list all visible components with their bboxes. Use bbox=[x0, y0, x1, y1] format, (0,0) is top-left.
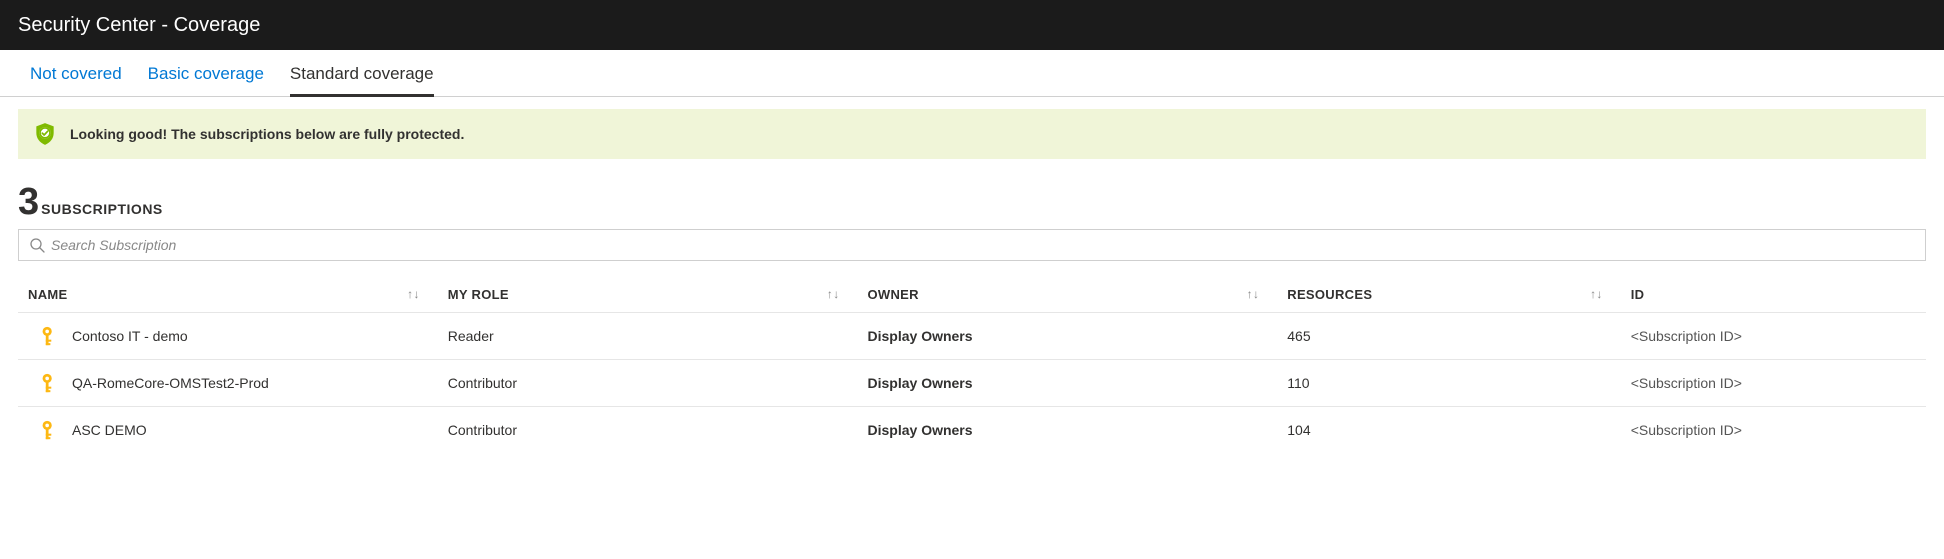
subscriptions-count: 3 SUBSCRIPTIONS bbox=[18, 183, 1926, 221]
display-owners-link[interactable]: Display Owners bbox=[858, 407, 1278, 454]
tab-basic-coverage[interactable]: Basic coverage bbox=[148, 64, 264, 97]
display-owners-link[interactable]: Display Owners bbox=[858, 313, 1278, 360]
column-header-role[interactable]: MY ROLE ↑↓ bbox=[438, 279, 858, 313]
subscription-name: ASC DEMO bbox=[72, 422, 147, 438]
sort-icon: ↑↓ bbox=[407, 287, 420, 301]
subscription-resources: 110 bbox=[1277, 360, 1620, 407]
tabs-row: Not covered Basic coverage Standard cove… bbox=[0, 50, 1944, 97]
table-row[interactable]: Contoso IT - demo Reader Display Owners … bbox=[18, 313, 1926, 360]
search-box[interactable] bbox=[18, 229, 1926, 261]
search-input[interactable] bbox=[51, 237, 1915, 253]
key-icon bbox=[38, 372, 60, 394]
column-header-resources-label: RESOURCES bbox=[1287, 287, 1372, 302]
tab-standard-coverage[interactable]: Standard coverage bbox=[290, 64, 434, 97]
column-header-name-label: NAME bbox=[28, 287, 67, 302]
subscription-id: <Subscription ID> bbox=[1621, 407, 1926, 454]
count-number: 3 bbox=[18, 183, 39, 221]
table-row[interactable]: ASC DEMO Contributor Display Owners 104 … bbox=[18, 407, 1926, 454]
status-banner-text: Looking good! The subscriptions below ar… bbox=[70, 126, 464, 142]
subscriptions-table: NAME ↑↓ MY ROLE ↑↓ OWNER ↑↓ RESOURCES ↑↓… bbox=[18, 279, 1926, 453]
subscription-id: <Subscription ID> bbox=[1621, 313, 1926, 360]
column-header-id[interactable]: ID bbox=[1621, 279, 1926, 313]
subscription-name: QA-RomeCore-OMSTest2-Prod bbox=[72, 375, 269, 391]
count-label: SUBSCRIPTIONS bbox=[41, 201, 163, 217]
tab-not-covered[interactable]: Not covered bbox=[30, 64, 122, 97]
subscription-role: Contributor bbox=[438, 360, 858, 407]
subscription-name: Contoso IT - demo bbox=[72, 328, 188, 344]
sort-icon: ↑↓ bbox=[827, 287, 840, 301]
sort-icon: ↑↓ bbox=[1247, 287, 1260, 301]
subscription-role: Reader bbox=[438, 313, 858, 360]
column-header-name[interactable]: NAME ↑↓ bbox=[18, 279, 438, 313]
sort-icon: ↑↓ bbox=[1590, 287, 1603, 301]
table-row[interactable]: QA-RomeCore-OMSTest2-Prod Contributor Di… bbox=[18, 360, 1926, 407]
column-header-resources[interactable]: RESOURCES ↑↓ bbox=[1277, 279, 1620, 313]
column-header-owner[interactable]: OWNER ↑↓ bbox=[858, 279, 1278, 313]
display-owners-link[interactable]: Display Owners bbox=[858, 360, 1278, 407]
key-icon bbox=[38, 419, 60, 441]
subscription-id: <Subscription ID> bbox=[1621, 360, 1926, 407]
column-header-owner-label: OWNER bbox=[868, 287, 919, 302]
subscription-resources: 465 bbox=[1277, 313, 1620, 360]
subscription-resources: 104 bbox=[1277, 407, 1620, 454]
window-header: Security Center - Coverage bbox=[0, 0, 1944, 50]
subscription-role: Contributor bbox=[438, 407, 858, 454]
column-header-id-label: ID bbox=[1631, 287, 1645, 302]
column-header-role-label: MY ROLE bbox=[448, 287, 509, 302]
status-banner: Looking good! The subscriptions below ar… bbox=[18, 109, 1926, 159]
page-title: Security Center - Coverage bbox=[18, 14, 260, 37]
search-icon bbox=[29, 237, 45, 253]
key-icon bbox=[38, 325, 60, 347]
content-area: Looking good! The subscriptions below ar… bbox=[0, 97, 1944, 453]
shield-check-icon bbox=[32, 121, 58, 147]
